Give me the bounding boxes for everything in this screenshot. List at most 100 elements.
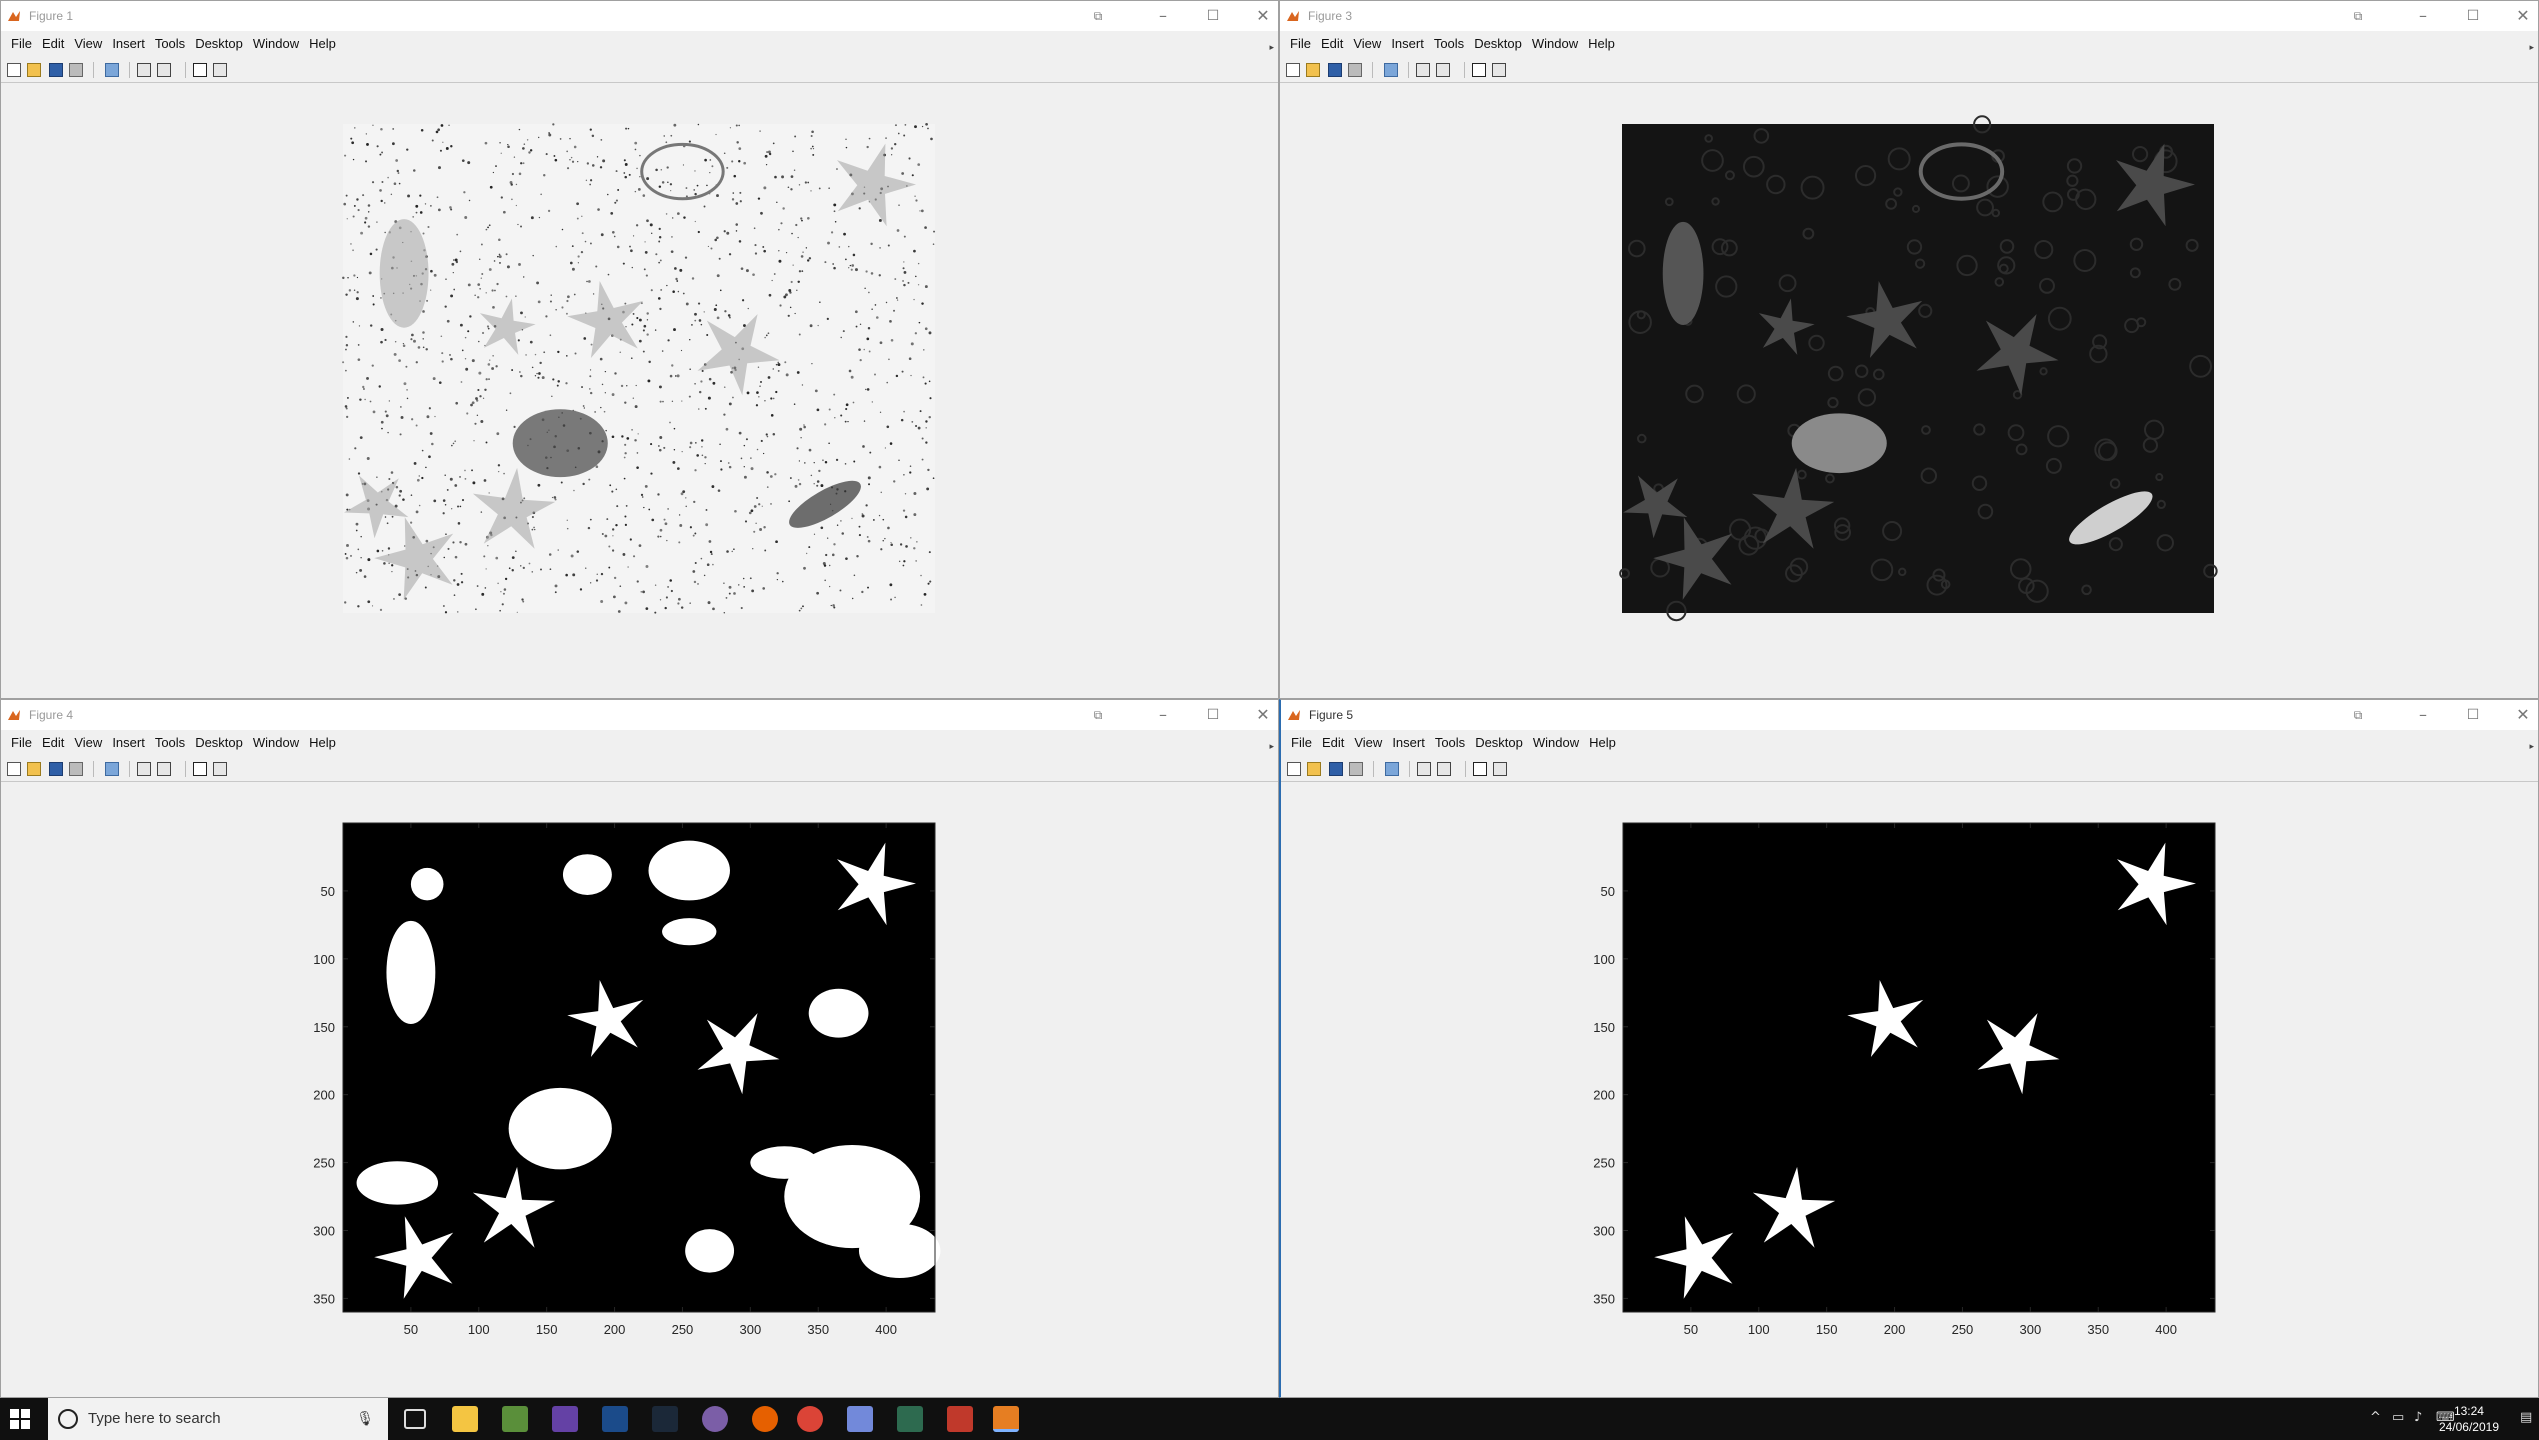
noise-speck: [868, 137, 871, 140]
noise-speck: [646, 219, 649, 223]
noise-speck: [506, 265, 510, 269]
noise-speck: [630, 357, 633, 360]
noise-speck: [367, 558, 371, 562]
twitch-icon[interactable]: [552, 1406, 578, 1432]
noise-speck: [459, 541, 462, 544]
noise-speck: [627, 127, 630, 130]
noise-speck: [522, 600, 525, 603]
noise-speck: [589, 183, 591, 186]
taskbar: Type here to search 🎙 ^ ▭ ♪ ⌨ 13:24 24/0…: [0, 1398, 2539, 1440]
noise-speck: [461, 159, 465, 163]
noise-speck: [820, 484, 824, 488]
noise-speck: [848, 267, 850, 269]
noise-speck: [357, 208, 360, 212]
noise-speck: [741, 299, 745, 302]
app-icon-blue[interactable]: [602, 1406, 628, 1432]
noise-speck: [629, 538, 632, 541]
noise-speck: [889, 442, 893, 445]
discord-icon[interactable]: [847, 1406, 873, 1432]
firefox-icon[interactable]: [752, 1406, 778, 1432]
windows-start-icon[interactable]: [10, 1409, 30, 1429]
noise-speck: [443, 556, 445, 559]
noise-speck: [638, 339, 642, 343]
noise-speck: [360, 557, 362, 559]
noise-speck: [666, 166, 669, 169]
noise-speck: [604, 392, 606, 394]
noise-speck: [826, 317, 829, 321]
noise-speck: [921, 302, 924, 305]
noise-speck: [507, 145, 510, 149]
noise-speck: [498, 255, 502, 259]
noise-speck: [526, 139, 529, 141]
steam-icon[interactable]: [652, 1406, 678, 1432]
x-tick-label: 350: [2087, 1322, 2109, 1337]
noise-speck: [889, 320, 892, 323]
noise-speck: [915, 275, 917, 278]
noise-speck: [391, 570, 393, 573]
noise-speck: [402, 343, 405, 345]
noise-speck: [898, 560, 901, 563]
file-explorer-icon[interactable]: [452, 1406, 478, 1432]
noise-speck: [896, 299, 899, 301]
app-icon-red[interactable]: [947, 1406, 973, 1432]
task-view-icon[interactable]: [404, 1409, 426, 1429]
figure-window-4[interactable]: Figure 4 ⧉ – ☐ ✕ File Edit View Insert Tools D…: [0, 699, 1279, 1398]
noise-speck: [624, 523, 628, 527]
noise-speck: [467, 330, 470, 333]
noise-speck: [719, 443, 721, 446]
figure-canvas[interactable]: 50 100 150 200 250 300 350 400 50 100 150 200 250 300…: [1281, 700, 2538, 1398]
figure-canvas[interactable]: [1280, 1, 2538, 699]
minecraft-icon[interactable]: [502, 1406, 528, 1432]
noise-speck: [759, 130, 761, 132]
chrome-icon[interactable]: [797, 1406, 823, 1432]
noise-speck: [509, 181, 513, 184]
noise-speck: [796, 371, 800, 374]
noise-speck: [559, 138, 562, 140]
network-icon[interactable]: ▭: [2392, 1410, 2404, 1425]
figure-window-5[interactable]: Figure 5 ⧉ – ☐ ✕ File Edit View Insert Tools D…: [1279, 699, 2539, 1398]
shell-shape: [1662, 221, 1704, 326]
noise-speck: [571, 245, 574, 247]
noise-speck: [921, 437, 924, 440]
app-icon-purple[interactable]: [702, 1406, 728, 1432]
noise-speck: [346, 415, 349, 419]
app-icon-green[interactable]: [897, 1406, 923, 1432]
figure-canvas[interactable]: 50 100 150 200 250 300 350 400 50 100 150 200 250 300…: [1, 700, 1278, 1398]
noise-speck: [677, 290, 680, 293]
noise-speck: [505, 253, 508, 256]
noise-speck: [820, 526, 824, 530]
noise-speck: [395, 485, 399, 489]
notifications-icon[interactable]: ▤: [2520, 1410, 2532, 1425]
noise-speck: [772, 368, 775, 370]
microphone-icon[interactable]: 🎙: [356, 1410, 374, 1427]
noise-speck: [902, 509, 906, 512]
noise-speck: [637, 433, 639, 435]
noise-speck: [636, 452, 639, 454]
noise-speck: [903, 235, 906, 238]
noise-speck: [531, 515, 534, 519]
noise-speck: [865, 270, 868, 273]
noise-speck: [689, 526, 692, 529]
noise-speck: [410, 494, 413, 496]
system-clock[interactable]: 13:24 24/06/2019: [2439, 1403, 2499, 1435]
noise-speck: [765, 164, 768, 166]
tray-chevron-icon[interactable]: ^: [2370, 1410, 2381, 1425]
volume-icon[interactable]: ♪: [2414, 1410, 2422, 1425]
matlab-icon[interactable]: [993, 1406, 1019, 1432]
noise-speck: [856, 555, 859, 558]
noise-speck: [380, 340, 383, 344]
figure-window-1[interactable]: Figure 1 ⧉ – ☐ ✕ File Edit View Insert Tools D…: [0, 0, 1279, 699]
noise-speck: [775, 390, 778, 394]
noise-speck: [351, 141, 355, 145]
noise-speck: [520, 225, 523, 228]
noise-speck: [764, 549, 767, 552]
noise-speck: [758, 395, 760, 398]
noise-speck: [803, 424, 805, 426]
noise-speck: [895, 297, 898, 299]
noise-speck: [848, 369, 852, 373]
noise-speck: [897, 132, 900, 135]
noise-speck: [450, 208, 453, 211]
figure-window-3[interactable]: Figure 3 ⧉ – ☐ ✕ File Edit View Insert Tools D…: [1279, 0, 2539, 699]
taskbar-search-box[interactable]: Type here to search 🎙: [48, 1398, 388, 1440]
figure-canvas[interactable]: [1, 1, 1278, 699]
